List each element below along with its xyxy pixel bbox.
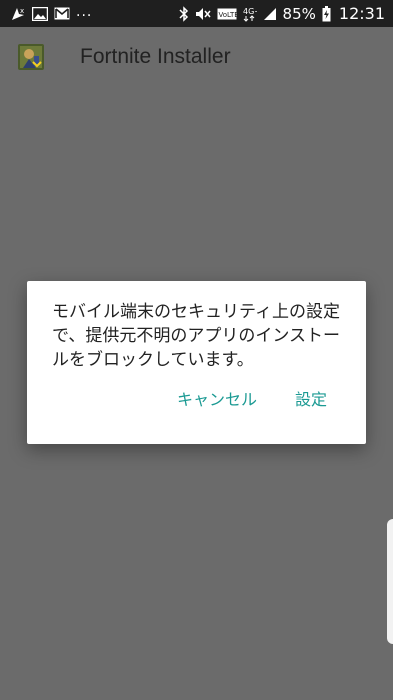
image-icon: [32, 6, 48, 21]
edge-panel-handle[interactable]: [387, 519, 393, 644]
volte-label: VoLTE: [218, 11, 237, 19]
settings-button[interactable]: 設定: [295, 383, 327, 413]
status-bar: x ... VoLTE 4G+ 85% 12:31: [0, 0, 393, 27]
battery-percentage: 85%: [282, 4, 316, 23]
gps-icon: x: [10, 6, 26, 22]
network-label: 4G+: [243, 7, 257, 16]
cancel-button[interactable]: キャンセル: [177, 383, 257, 413]
bluetooth-icon: [179, 5, 189, 22]
4g-icon: 4G+: [243, 6, 257, 22]
signal-icon: [263, 7, 277, 21]
battery-icon: [322, 5, 331, 22]
app-title: Fortnite Installer: [80, 45, 231, 68]
mute-icon: [195, 6, 211, 22]
status-bar-left: x ...: [10, 3, 93, 22]
fortnite-app-icon: [18, 44, 44, 70]
security-dialog: モバイル端末のセキュリティ上の設定で、提供元不明のアプリのインストールをブロック…: [27, 281, 366, 444]
dialog-message: モバイル端末のセキュリティ上の設定で、提供元不明のアプリのインストールをブロック…: [52, 302, 340, 370]
app-bar: Fortnite Installer: [0, 27, 393, 87]
clock: 12:31: [338, 4, 385, 23]
gmail-icon: [54, 7, 70, 20]
svg-text:x: x: [20, 7, 24, 15]
status-bar-right: VoLTE 4G+ 85% 12:31: [179, 4, 385, 23]
status-overflow: ...: [76, 3, 93, 20]
volte-icon: VoLTE: [217, 8, 237, 20]
